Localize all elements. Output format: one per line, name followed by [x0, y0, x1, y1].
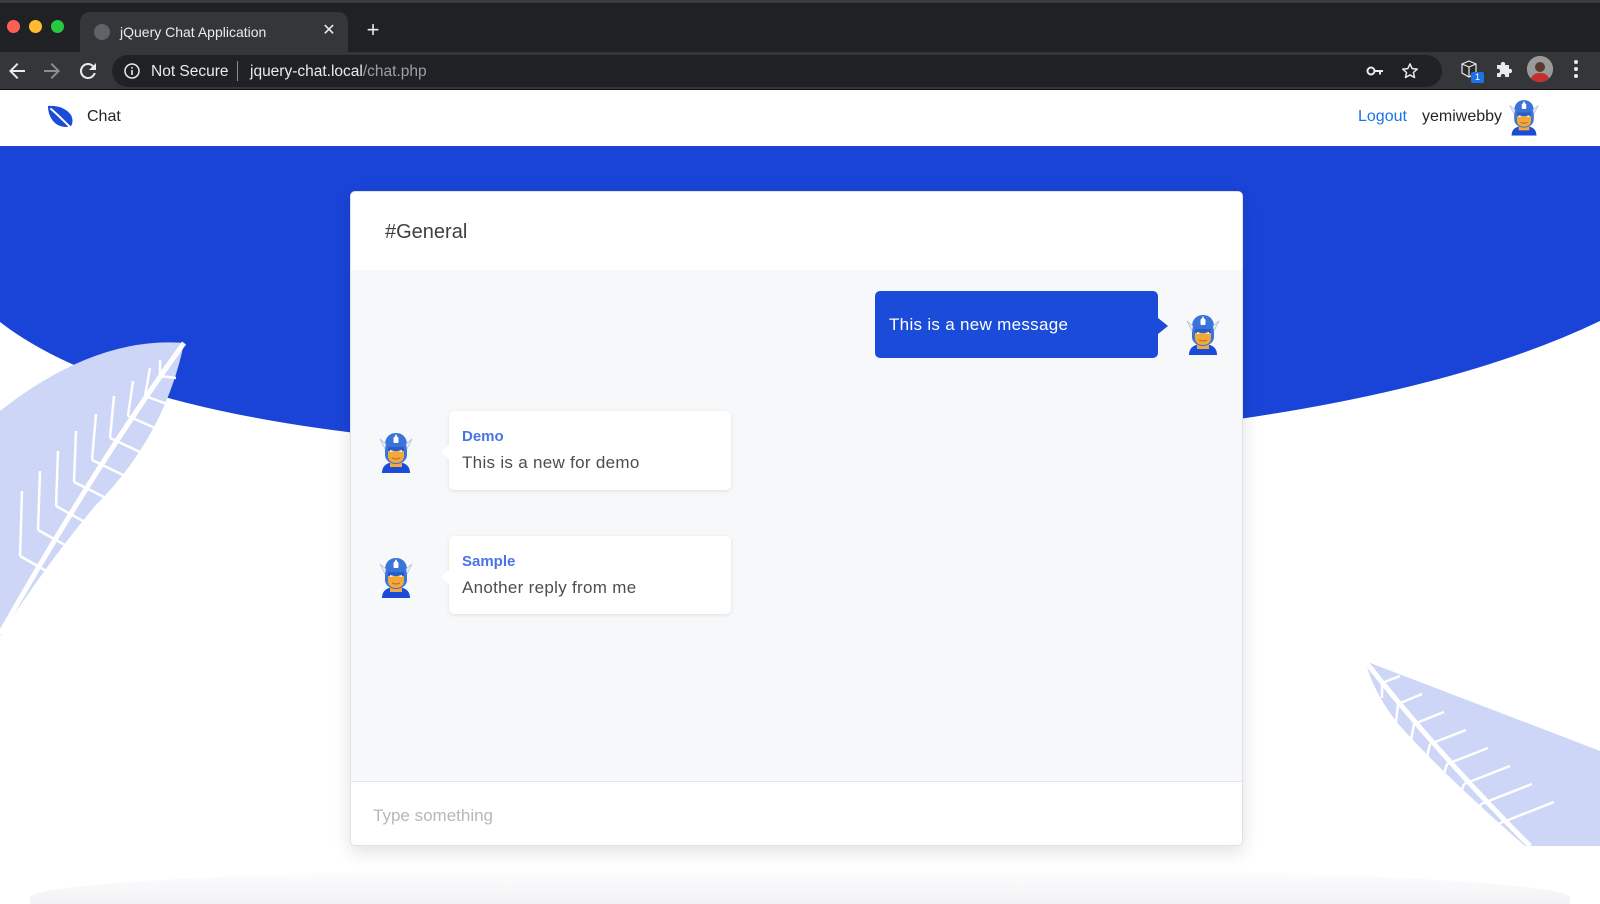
message-outgoing: This is a new message: [875, 291, 1168, 358]
forward-arrow-icon[interactable]: [40, 59, 64, 83]
tab-title: jQuery Chat Application: [120, 24, 267, 40]
message-sender: Sample: [462, 553, 516, 570]
new-tab-button[interactable]: +: [362, 19, 384, 41]
message-text: Another reply from me: [462, 578, 637, 597]
logout-link[interactable]: Logout: [1358, 108, 1407, 126]
browser-toolbar: Not Secure jquery-chat.local/chat.php: [0, 52, 1600, 90]
brand-name[interactable]: Chat: [87, 108, 121, 126]
browser-tab[interactable]: jQuery Chat Application ✕: [80, 12, 348, 55]
bubble-tail: [441, 445, 449, 459]
back-arrow-icon[interactable]: [5, 59, 29, 83]
url-divider: [237, 61, 238, 81]
message-incoming: Sample Another reply from me: [441, 536, 731, 614]
globe-icon: [94, 24, 110, 40]
channel-title: #General: [385, 221, 468, 243]
address-bar[interactable]: Not Secure jquery-chat.local/chat.php: [112, 55, 1442, 87]
url-text: jquery-chat.local/chat.php: [250, 63, 427, 81]
captain-avatar-icon[interactable]: [1508, 98, 1540, 136]
captain-avatar-icon: [378, 431, 414, 473]
app-navbar: Chat Logout yemiwebby: [0, 90, 1600, 146]
message-text: This is a new for demo: [462, 453, 640, 472]
browser-tab-strip: jQuery Chat Application ✕ +: [0, 0, 1600, 55]
profile-avatar[interactable]: [1527, 56, 1553, 82]
message-sender: Demo: [462, 428, 504, 445]
security-label: Not Secure: [151, 63, 229, 80]
chat-panel: #General This is a new message Demo This…: [350, 191, 1243, 846]
captain-avatar-icon: [378, 556, 414, 598]
url-host: jquery-chat.local: [250, 63, 363, 80]
key-icon[interactable]: [1366, 63, 1384, 79]
message-list: This is a new message Demo This is a new…: [351, 270, 1242, 771]
message-composer: [351, 781, 1242, 845]
menu-icon[interactable]: [1566, 58, 1586, 80]
maximize-window-button[interactable]: [51, 20, 64, 33]
info-icon[interactable]: [124, 63, 140, 79]
decorative-leaf-left: [0, 341, 187, 636]
captain-avatar-icon: [1185, 313, 1221, 355]
message-input[interactable]: [373, 802, 1213, 830]
extension-badge: 1: [1471, 72, 1484, 83]
decorative-leaf-right: [1363, 659, 1600, 848]
bubble-tail: [441, 570, 449, 584]
message-text: This is a new message: [889, 315, 1069, 334]
close-tab-icon[interactable]: ✕: [318, 20, 340, 42]
puzzle-icon[interactable]: [1494, 58, 1514, 80]
chat-header: #General: [351, 192, 1242, 270]
leaf-logo-icon[interactable]: [46, 102, 76, 132]
message-incoming: Demo This is a new for demo: [441, 411, 731, 490]
profile-photo-icon: [1527, 56, 1553, 82]
username: yemiwebby: [1422, 108, 1503, 125]
bubble-tail: [1158, 318, 1168, 334]
minimize-window-button[interactable]: [29, 20, 42, 33]
close-window-button[interactable]: [7, 20, 20, 33]
reload-icon[interactable]: [76, 59, 100, 83]
star-icon[interactable]: [1400, 61, 1420, 81]
url-path: /chat.php: [362, 63, 427, 80]
